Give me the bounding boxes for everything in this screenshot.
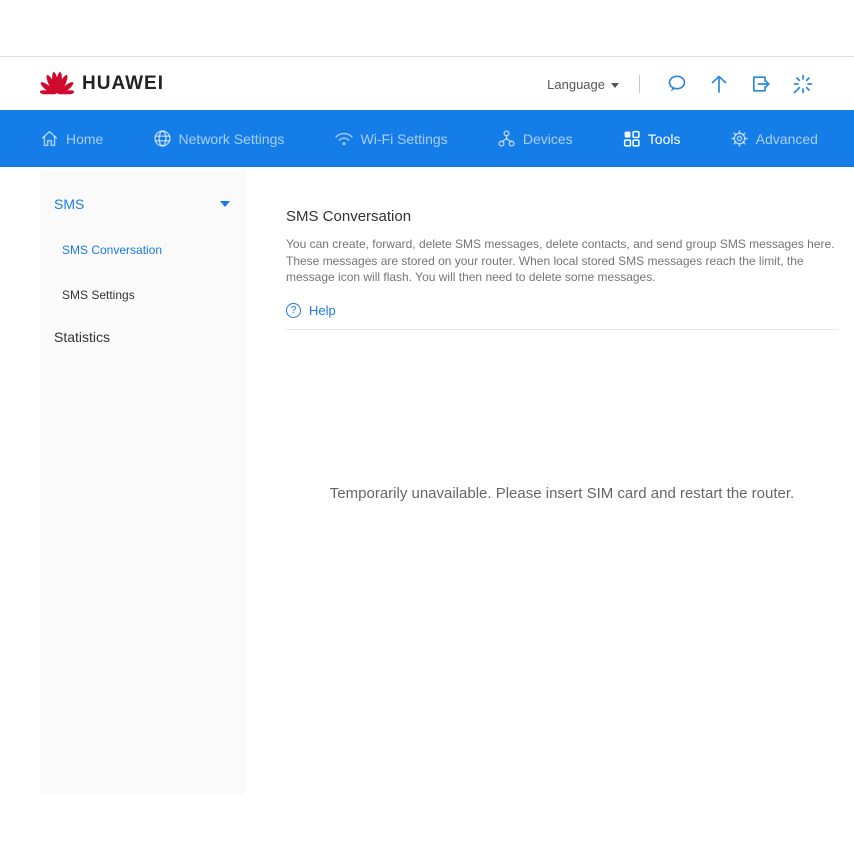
router-admin-page: HUAWEI Language — [0, 0, 854, 854]
main-navigation: Home Network Settings Wi-Fi Settings — [0, 110, 854, 167]
sidebar: SMS SMS Conversation SMS Settings Statis… — [40, 170, 246, 794]
devices-icon — [497, 129, 516, 148]
upload-arrow-icon — [707, 72, 731, 96]
main-content: SMS Conversation You can create, forward… — [286, 170, 838, 794]
sidebar-group-label: SMS — [54, 196, 84, 212]
spinner-icon — [791, 72, 815, 96]
nav-item-network-settings[interactable]: Network Settings — [153, 129, 285, 148]
header-controls: Language — [547, 71, 824, 97]
brand-text: HUAWEI — [82, 73, 164, 95]
upload-button[interactable] — [706, 71, 732, 97]
help-label: Help — [309, 303, 336, 318]
language-dropdown[interactable]: Language — [547, 77, 619, 92]
question-mark-icon: ? — [286, 303, 301, 318]
sidebar-group-sms[interactable]: SMS — [40, 170, 246, 212]
sidebar-item-sms-settings[interactable]: SMS Settings — [40, 288, 246, 302]
nav-label: Network Settings — [179, 131, 285, 147]
globe-icon — [153, 129, 172, 148]
status-message: Temporarily unavailable. Please insert S… — [286, 485, 838, 502]
header-divider — [639, 75, 640, 93]
chevron-down-icon — [220, 201, 230, 207]
refresh-button[interactable] — [790, 71, 816, 97]
nav-label: Wi-Fi Settings — [361, 131, 448, 147]
chat-button[interactable] — [664, 71, 690, 97]
nav-item-home[interactable]: Home — [40, 129, 103, 148]
top-strip — [0, 0, 854, 57]
nav-item-devices[interactable]: Devices — [497, 129, 573, 148]
sidebar-item-statistics[interactable]: Statistics — [40, 329, 246, 345]
page-title: SMS Conversation — [286, 208, 838, 225]
sidebar-item-sms-conversation[interactable]: SMS Conversation — [40, 243, 246, 257]
logout-icon — [749, 72, 773, 96]
nav-item-wifi-settings[interactable]: Wi-Fi Settings — [334, 129, 448, 148]
page-description: You can create, forward, delete SMS mess… — [286, 236, 838, 286]
chat-icon — [665, 72, 689, 96]
grid-icon — [622, 129, 641, 148]
content-divider — [286, 329, 838, 330]
nav-item-advanced[interactable]: Advanced — [730, 129, 818, 148]
huawei-logo: HUAWEI — [40, 70, 164, 98]
home-icon — [40, 129, 59, 148]
nav-item-tools[interactable]: Tools — [622, 129, 681, 148]
nav-label: Tools — [648, 131, 681, 147]
gear-icon — [730, 129, 749, 148]
logout-button[interactable] — [748, 71, 774, 97]
nav-label: Advanced — [756, 131, 818, 147]
language-label: Language — [547, 77, 605, 92]
help-link[interactable]: ? Help — [286, 303, 838, 318]
huawei-flower-icon — [40, 70, 74, 98]
header: HUAWEI Language — [0, 58, 854, 110]
nav-label: Devices — [523, 131, 573, 147]
wifi-icon — [334, 129, 354, 148]
nav-label: Home — [66, 131, 103, 147]
chevron-down-icon — [611, 83, 619, 88]
